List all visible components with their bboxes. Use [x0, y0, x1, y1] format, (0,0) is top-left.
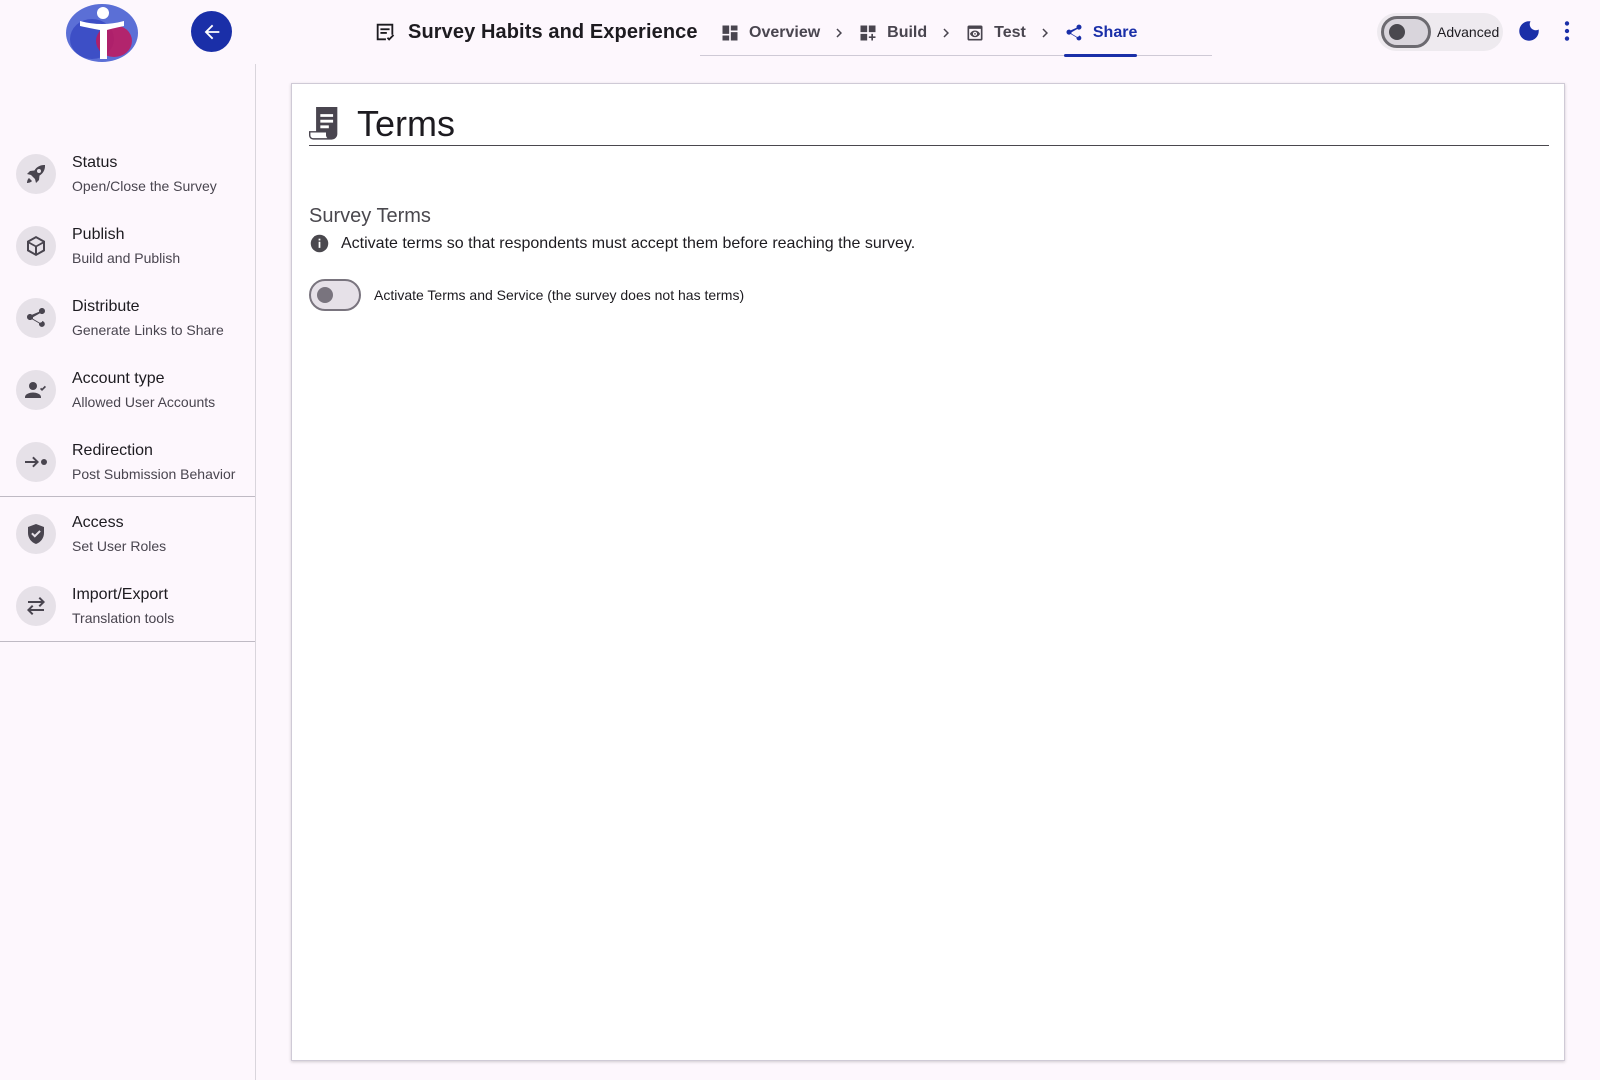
sidebar-item-subtitle: Post Submission Behavior [72, 465, 236, 482]
survey-title: Survey Habits and Experience [374, 17, 698, 47]
sidebar-item-subtitle: Build and Publish [72, 249, 181, 266]
chevron-right-icon [927, 24, 965, 42]
share-icon [1066, 24, 1082, 40]
info-line: Activate terms so that respondents must … [309, 233, 915, 254]
sidebar-item-status[interactable]: Status Open/Close the Survey [0, 138, 255, 210]
shield-check-icon [16, 514, 56, 554]
chevron-right-icon [820, 24, 858, 42]
sidebar-item-title: Account type [72, 369, 165, 387]
sidebar-item-subtitle: Open/Close the Survey [72, 177, 217, 194]
more-vert-icon[interactable] [1554, 18, 1580, 44]
receipt-icon [309, 106, 338, 140]
top-bar: Survey Habits and Experience Overview Bu… [0, 0, 1600, 64]
sidebar-item-subtitle: Translation tools [72, 609, 175, 626]
share-icon [16, 298, 56, 338]
sidebar-item-account-type[interactable]: Account type Allowed User Accounts [0, 354, 255, 426]
advanced-toggle[interactable]: Advanced [1377, 13, 1503, 51]
sidebar-item-import-export[interactable]: Import/Export Translation tools [0, 570, 255, 642]
terms-card: Terms Survey Terms Activate terms so tha… [291, 83, 1565, 1061]
step-share-label: Share [1092, 23, 1138, 41]
chevron-right-icon [1026, 24, 1064, 42]
dark-mode-icon[interactable] [1516, 18, 1542, 44]
info-text: Activate terms so that respondents must … [341, 234, 916, 252]
page-title: Terms [357, 102, 455, 144]
terms-toggle-switch[interactable] [309, 279, 361, 311]
app-logo[interactable] [64, 1, 140, 63]
survey-title-text: Survey Habits and Experience [408, 20, 698, 43]
sidebar-item-subtitle: Generate Links to Share [72, 321, 224, 338]
step-build-label: Build [887, 23, 928, 41]
sidebar-item-distribute[interactable]: Distribute Generate Links to Share [0, 282, 255, 354]
step-overview[interactable]: Overview [720, 10, 820, 56]
sidebar-item-title: Distribute [72, 297, 140, 315]
preview-icon [967, 25, 983, 40]
sidebar-item-publish[interactable]: Publish Build and Publish [0, 210, 255, 282]
terms-toggle-row: Activate Terms and Service (the survey d… [309, 279, 744, 311]
build-grid-icon [860, 25, 876, 40]
swap-arrows-icon [16, 586, 56, 626]
sidebar-item-title: Publish [72, 225, 125, 243]
dashboard-icon [722, 25, 738, 40]
sidebar-item-title: Redirection [72, 441, 153, 459]
step-build[interactable]: Build [858, 10, 927, 56]
redirect-icon [16, 442, 56, 482]
step-overview-label: Overview [749, 23, 821, 41]
sidebar-divider [0, 641, 255, 642]
arrow-back-icon [204, 24, 219, 39]
step-test[interactable]: Test [965, 10, 1026, 56]
section-title: Survey Terms [309, 205, 431, 227]
sidebar-item-subtitle: Set User Roles [72, 537, 167, 554]
rocket-icon [16, 154, 56, 194]
sidebar-item-redirection[interactable]: Redirection Post Submission Behavior [0, 426, 255, 498]
sidebar-item-access[interactable]: Access Set User Roles [0, 498, 255, 570]
sidebar-item-title: Import/Export [72, 585, 169, 603]
terms-toggle-label[interactable]: Activate Terms and Service (the survey d… [374, 287, 744, 303]
advanced-label: Advanced [1437, 24, 1500, 40]
step-share[interactable]: Share [1063, 10, 1138, 57]
sidebar-item-subtitle: Allowed User Accounts [72, 393, 216, 410]
back-button[interactable] [191, 11, 232, 52]
sidebar: Status Open/Close the Survey Publish Bui… [0, 64, 256, 1080]
advanced-switch[interactable] [1381, 16, 1431, 48]
step-test-label: Test [994, 23, 1026, 41]
info-icon [310, 234, 329, 253]
sidebar-item-title: Access [72, 513, 124, 531]
sidebar-divider [0, 496, 255, 497]
person-check-icon [16, 370, 56, 410]
sidebar-item-title: Status [72, 153, 118, 171]
card-header: Terms [309, 102, 1549, 146]
package-icon [16, 226, 56, 266]
survey-checklist-icon [376, 23, 395, 41]
stepper-nav: Overview Build Test Share [700, 10, 1212, 57]
